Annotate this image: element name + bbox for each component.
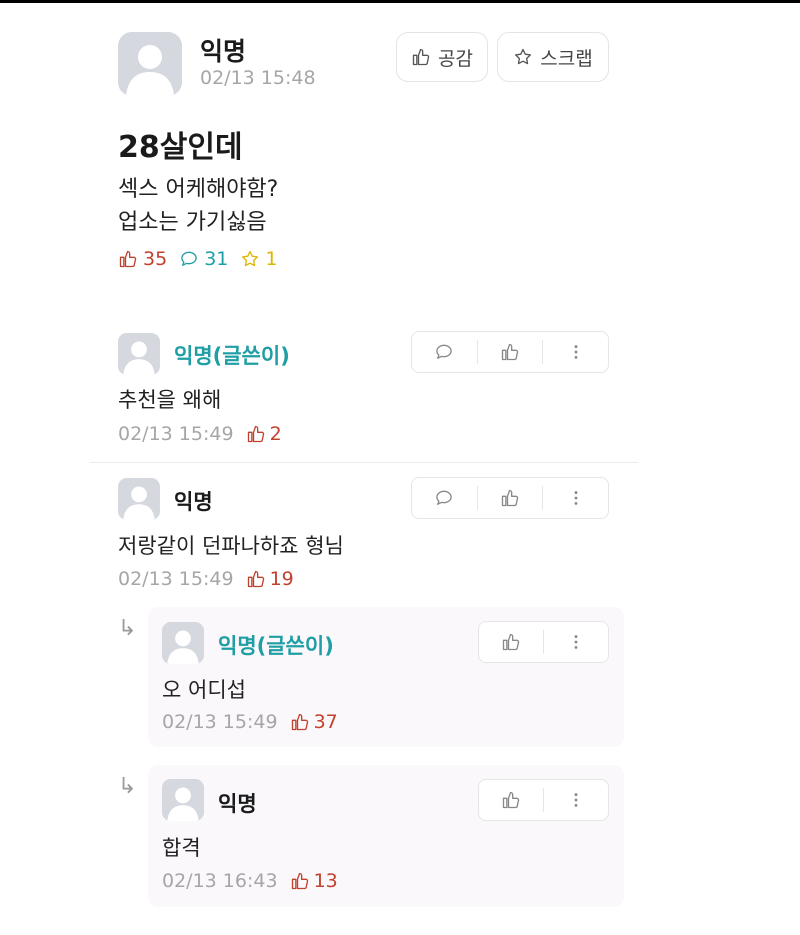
comment-like-button[interactable] — [478, 478, 543, 518]
comment-like-button[interactable] — [478, 332, 543, 372]
reply-meta: 02/13 15:49 37 — [162, 711, 338, 733]
reply-author-avatar — [162, 779, 204, 821]
thumbs-up-icon — [291, 713, 308, 731]
comment-author-avatar — [118, 478, 160, 520]
post-body: 섹스 어케해야함? 업소는 가기싫음 — [118, 173, 278, 239]
post-author-name: 익명 — [200, 37, 247, 66]
thumbs-up-icon — [247, 570, 264, 588]
post-title: 28살인데 — [118, 130, 243, 165]
like-button-label: 공감 — [438, 47, 473, 70]
avatar-placeholder-icon — [162, 622, 204, 664]
reply-actions — [478, 779, 609, 821]
post-comment-value: 31 — [204, 248, 229, 270]
reply-text: 합격 — [162, 836, 201, 860]
post-like-value: 35 — [143, 248, 168, 270]
comment-author-name: 익명(글쓴이) — [174, 344, 290, 368]
thumbs-up-icon — [502, 633, 520, 651]
thumbs-up-icon — [502, 791, 520, 809]
comment-meta: 02/13 15:49 19 — [118, 568, 294, 590]
comment-actions — [411, 331, 609, 373]
comment-text: 저랑같이 던파나하죠 형님 — [118, 534, 344, 558]
star-icon — [242, 250, 259, 267]
thumbs-up-icon — [501, 489, 519, 507]
reply-button[interactable] — [412, 332, 477, 372]
post-scrap-value: 1 — [265, 248, 278, 270]
thumbs-up-icon — [119, 250, 137, 268]
comment-timestamp: 02/13 15:49 — [118, 568, 234, 590]
reply-meta: 02/13 16:43 13 — [162, 870, 338, 892]
avatar-placeholder-icon — [118, 333, 160, 375]
speech-bubble-icon — [436, 490, 453, 505]
reply-author-name: 익명 — [218, 792, 257, 816]
post-stats: 35 31 1 — [118, 248, 277, 270]
more-vertical-icon — [574, 793, 578, 807]
more-vertical-icon — [574, 491, 578, 505]
speech-bubble-icon — [436, 344, 453, 359]
reply-timestamp: 02/13 16:43 — [162, 870, 278, 892]
avatar-placeholder-icon — [162, 779, 204, 821]
post-like-count: 35 — [118, 248, 167, 270]
comment-like-count: 2 — [246, 423, 282, 445]
reply-button[interactable] — [412, 478, 477, 518]
comment-timestamp: 02/13 15:49 — [118, 423, 234, 445]
reply-author-name: 익명(글쓴이) — [218, 634, 334, 658]
reply-timestamp: 02/13 15:49 — [162, 711, 278, 733]
comment-actions — [411, 477, 609, 519]
reply-like-value: 37 — [313, 711, 338, 733]
reply-actions — [478, 621, 609, 663]
comment-like-value: 2 — [269, 423, 282, 445]
post-author-avatar — [118, 32, 182, 96]
scrap-button[interactable]: 스크랩 — [497, 32, 609, 82]
comment-text: 추천을 왜해 — [118, 388, 222, 412]
reply-like-count: 13 — [290, 870, 338, 892]
comment-author-avatar — [118, 333, 160, 375]
thumbs-up-icon — [501, 343, 519, 361]
star-icon — [515, 48, 532, 65]
more-options-button[interactable] — [543, 332, 608, 372]
reply-author-avatar — [162, 622, 204, 664]
avatar-placeholder-icon — [118, 478, 160, 520]
comment-author-name: 익명 — [174, 490, 213, 514]
speech-bubble-icon — [181, 251, 197, 266]
more-vertical-icon — [574, 635, 578, 649]
scrap-button-label: 스크랩 — [540, 47, 593, 70]
comment-divider — [90, 462, 638, 463]
more-options-button[interactable] — [544, 780, 608, 820]
reply-like-button[interactable] — [479, 780, 543, 820]
comment-like-value: 19 — [269, 568, 294, 590]
more-vertical-icon — [574, 345, 578, 359]
post-body-line: 섹스 어케해야함? — [118, 177, 279, 202]
avatar-placeholder-icon — [118, 32, 182, 96]
thumbs-up-icon — [412, 48, 430, 66]
like-button[interactable]: 공감 — [396, 32, 488, 82]
comment-meta: 02/13 15:49 2 — [118, 423, 282, 445]
thumbs-up-icon — [291, 872, 308, 890]
thumbs-up-icon — [247, 425, 264, 443]
reply-arrow-icon: ↳ — [118, 616, 137, 641]
more-options-button[interactable] — [544, 622, 608, 662]
post-scrap-count: 1 — [240, 248, 277, 270]
post-timestamp: 02/13 15:48 — [200, 67, 316, 89]
reply-arrow-icon: ↳ — [118, 774, 137, 799]
reply-like-button[interactable] — [479, 622, 543, 662]
more-options-button[interactable] — [543, 478, 608, 518]
reply-like-count: 37 — [290, 711, 338, 733]
post-body-line: 업소는 가기싫음 — [118, 210, 267, 235]
comment-like-count: 19 — [246, 568, 294, 590]
top-border — [0, 0, 800, 3]
reply-like-value: 13 — [313, 870, 338, 892]
post-comment-count: 31 — [179, 248, 228, 270]
reply-text: 오 어디섭 — [162, 678, 246, 702]
